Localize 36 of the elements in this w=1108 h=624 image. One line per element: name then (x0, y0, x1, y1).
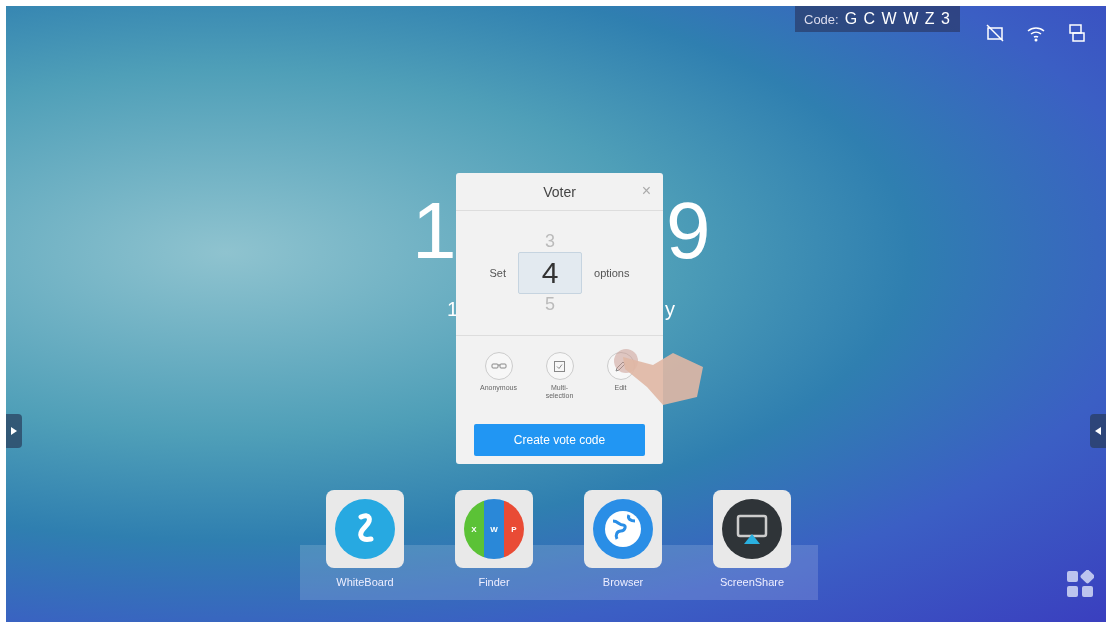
no-image-icon[interactable] (986, 24, 1004, 42)
screen-switch-icon[interactable] (1068, 24, 1086, 42)
app-label: ScreenShare (719, 576, 785, 588)
date-text: y (665, 299, 675, 319)
app-tile[interactable] (713, 490, 791, 568)
app-grid-icon[interactable] (1066, 570, 1094, 598)
wifi-icon[interactable] (1026, 24, 1046, 42)
app-tile[interactable] (326, 490, 404, 568)
pencil-icon (615, 360, 626, 372)
close-button[interactable]: × (641, 182, 651, 200)
clock-digit: 1 (412, 191, 457, 271)
app-tile[interactable]: X W P (455, 490, 533, 568)
app-label: Browser (602, 576, 644, 588)
date-text: 1 (447, 299, 459, 319)
play-arrow-icon (11, 427, 17, 435)
app-tile[interactable] (584, 490, 662, 568)
app-label: Finder (478, 576, 510, 588)
code-label: Code: (804, 12, 839, 27)
glasses-icon (490, 362, 507, 370)
option-toggle[interactable] (484, 352, 513, 380)
right-panel-handle[interactable] (1090, 414, 1106, 448)
option-toggle[interactable] (545, 352, 574, 380)
clock-digit: 9 (666, 191, 711, 271)
app-label: WhiteBoard (336, 576, 394, 588)
globe-icon (593, 499, 653, 559)
create-vote-code-button[interactable]: Create vote code (474, 424, 645, 456)
options-label: options (594, 267, 630, 279)
code-value: G C W W Z 3 (844, 10, 951, 28)
squiggle-logo-icon (335, 499, 395, 559)
set-label: Set (489, 267, 506, 279)
left-arrow-icon (1095, 427, 1101, 435)
dialog-title: Voter (543, 183, 576, 200)
screen-cast-icon (722, 499, 782, 559)
checkbox-icon (554, 360, 565, 372)
left-panel-handle[interactable] (6, 414, 22, 448)
number-picker-value[interactable]: 4 (518, 252, 582, 294)
